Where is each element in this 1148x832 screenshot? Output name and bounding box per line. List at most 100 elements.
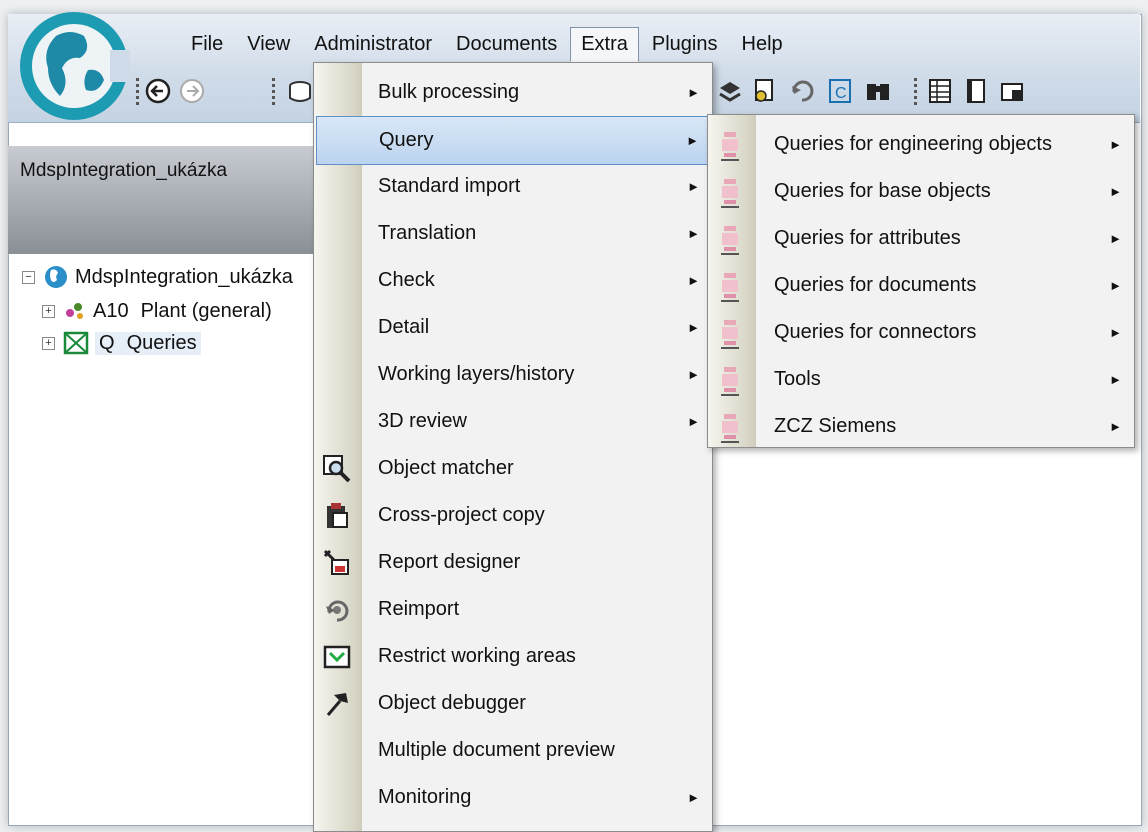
- binoculars-icon[interactable]: [864, 76, 892, 106]
- extra-item-restrict-working-areas[interactable]: Restrict working areas: [316, 633, 710, 680]
- submenu-arrow-icon: ►: [687, 226, 700, 241]
- query-item-tools[interactable]: Tools ►: [710, 356, 1132, 403]
- submenu-arrow-icon: ►: [1109, 325, 1122, 340]
- menu-administrator[interactable]: Administrator: [303, 27, 443, 62]
- menu-extra[interactable]: Extra: [570, 26, 639, 62]
- clipboard-icon: [322, 501, 352, 531]
- menu-plugins[interactable]: Plugins: [641, 27, 729, 62]
- extra-item-cross-project-copy[interactable]: Cross-project copy: [316, 492, 710, 539]
- menu-item-label: Monitoring: [378, 786, 472, 808]
- query-icon: [718, 365, 748, 396]
- submenu-arrow-icon: ►: [1109, 278, 1122, 293]
- menu-help[interactable]: Help: [731, 27, 794, 62]
- expand-icon[interactable]: +: [42, 304, 55, 318]
- menu-file[interactable]: File: [180, 27, 234, 62]
- toolbar-grip: [914, 78, 917, 106]
- menu-item-label: Standard import: [378, 175, 521, 197]
- menu-documents[interactable]: Documents: [445, 27, 568, 62]
- extra-item-multiple-document-preview[interactable]: Multiple document preview: [316, 727, 710, 774]
- submenu-arrow-icon: ►: [687, 790, 700, 805]
- menu-item-label: Tools: [774, 368, 821, 390]
- query-item-queries-for-documents[interactable]: Queries for documents ►: [710, 262, 1132, 309]
- menu-item-label: Report designer: [378, 551, 521, 573]
- tree-queries-label: Q Queries: [95, 331, 201, 355]
- collapse-icon[interactable]: −: [22, 270, 35, 284]
- report-designer-icon: [322, 548, 352, 578]
- query-icon: [718, 271, 748, 302]
- extra-item-monitoring[interactable]: Monitoring ►: [316, 774, 710, 821]
- database-icon[interactable]: [286, 76, 314, 106]
- menu-item-label: ZCZ Siemens: [774, 415, 897, 437]
- tree-row-plant[interactable]: + A10 Plant (general): [42, 296, 272, 326]
- query-icon: [718, 130, 748, 161]
- menu-item-label: Queries for engineering objects: [774, 133, 1052, 155]
- extra-item-object-matcher[interactable]: Object matcher: [316, 445, 710, 492]
- toolbar-grip: [272, 78, 275, 106]
- menu-item-label: 3D review: [378, 410, 467, 432]
- extra-item-working-layers-history[interactable]: Working layers/history ►: [316, 351, 710, 398]
- tree-row-queries[interactable]: + Q Queries: [42, 328, 201, 358]
- extra-item-check[interactable]: Check ►: [316, 257, 710, 304]
- extra-item-3d-review[interactable]: 3D review ►: [316, 398, 710, 445]
- extra-item-bulk-processing[interactable]: Bulk processing ►: [316, 69, 710, 116]
- submenu-arrow-icon: ►: [687, 414, 700, 429]
- stack-icon[interactable]: [716, 76, 744, 106]
- tree-row-root[interactable]: − MdspIntegration_ukázka: [22, 262, 293, 292]
- extra-item-object-debugger[interactable]: Object debugger: [316, 680, 710, 727]
- restrict-areas-icon: [322, 642, 352, 672]
- queries-icon: [63, 331, 89, 355]
- expand-icon[interactable]: +: [42, 336, 55, 350]
- extra-item-detail[interactable]: Detail ►: [316, 304, 710, 351]
- query-icon: [718, 318, 748, 349]
- menu-item-label: Query: [379, 129, 434, 151]
- query-icon: [718, 177, 748, 208]
- menu-item-label: Working layers/history: [378, 363, 575, 385]
- menu-item-label: Translation: [378, 222, 477, 244]
- tree-queries-code: Q: [99, 331, 115, 354]
- book-icon[interactable]: [962, 76, 990, 106]
- menu-item-label: Queries for connectors: [774, 321, 977, 343]
- submenu-arrow-icon: ►: [1109, 231, 1122, 246]
- menu-item-label: Bulk processing: [378, 81, 520, 103]
- query-item-queries-for-base-objects[interactable]: Queries for base objects ►: [710, 168, 1132, 215]
- query-item-queries-for-attributes[interactable]: Queries for attributes ►: [710, 215, 1132, 262]
- tree-root-label: MdspIntegration_ukázka: [75, 265, 293, 288]
- forward-arrow-icon[interactable]: [178, 76, 206, 106]
- project-title: MdspIntegration_ukázka: [20, 160, 228, 181]
- extra-item-translation[interactable]: Translation ►: [316, 210, 710, 257]
- query-item-queries-for-engineering-objects[interactable]: Queries for engineering objects ►: [710, 121, 1132, 168]
- extra-item-reimport[interactable]: Reimport: [316, 586, 710, 633]
- extra-item-standard-import[interactable]: Standard import ►: [316, 163, 710, 210]
- reimport-icon: [322, 595, 352, 625]
- extra-item-report-designer[interactable]: Report designer: [316, 539, 710, 586]
- back-arrow-icon[interactable]: [144, 76, 172, 106]
- submenu-arrow-icon: ►: [687, 367, 700, 382]
- submenu-arrow-icon: ►: [687, 320, 700, 335]
- submenu-arrow-icon: ►: [1109, 419, 1122, 434]
- query-icon: [718, 412, 748, 443]
- document-link-icon[interactable]: [752, 76, 780, 106]
- submenu-arrow-icon: ►: [686, 133, 699, 148]
- refresh-icon[interactable]: [788, 76, 816, 106]
- magnifier-icon: [322, 454, 352, 484]
- extra-item-query[interactable]: Query ►: [316, 116, 710, 165]
- menu-item-label: Reimport: [378, 598, 460, 620]
- submenu-arrow-icon: ►: [1109, 137, 1122, 152]
- query-item-queries-for-connectors[interactable]: Queries for connectors ►: [710, 309, 1132, 356]
- convert-icon[interactable]: C: [826, 76, 854, 106]
- table-icon[interactable]: [926, 76, 954, 106]
- menu-item-label: Cross-project copy: [378, 504, 545, 526]
- menu-item-label: Object matcher: [378, 457, 514, 479]
- menu-item-label: Multiple document preview: [378, 739, 615, 761]
- globe-icon: [45, 266, 67, 288]
- menu-item-label: Queries for attributes: [774, 227, 961, 249]
- submenu-arrow-icon: ►: [687, 273, 700, 288]
- menu-view[interactable]: View: [236, 27, 301, 62]
- submenu-arrow-icon: ►: [687, 179, 700, 194]
- menu-item-label: Detail: [378, 316, 430, 338]
- query-icon: [718, 224, 748, 255]
- window-icon[interactable]: [998, 76, 1026, 106]
- svg-text:C: C: [835, 85, 847, 102]
- submenu-arrow-icon: ►: [1109, 372, 1122, 387]
- query-item-zcz-siemens[interactable]: ZCZ Siemens ►: [710, 403, 1132, 450]
